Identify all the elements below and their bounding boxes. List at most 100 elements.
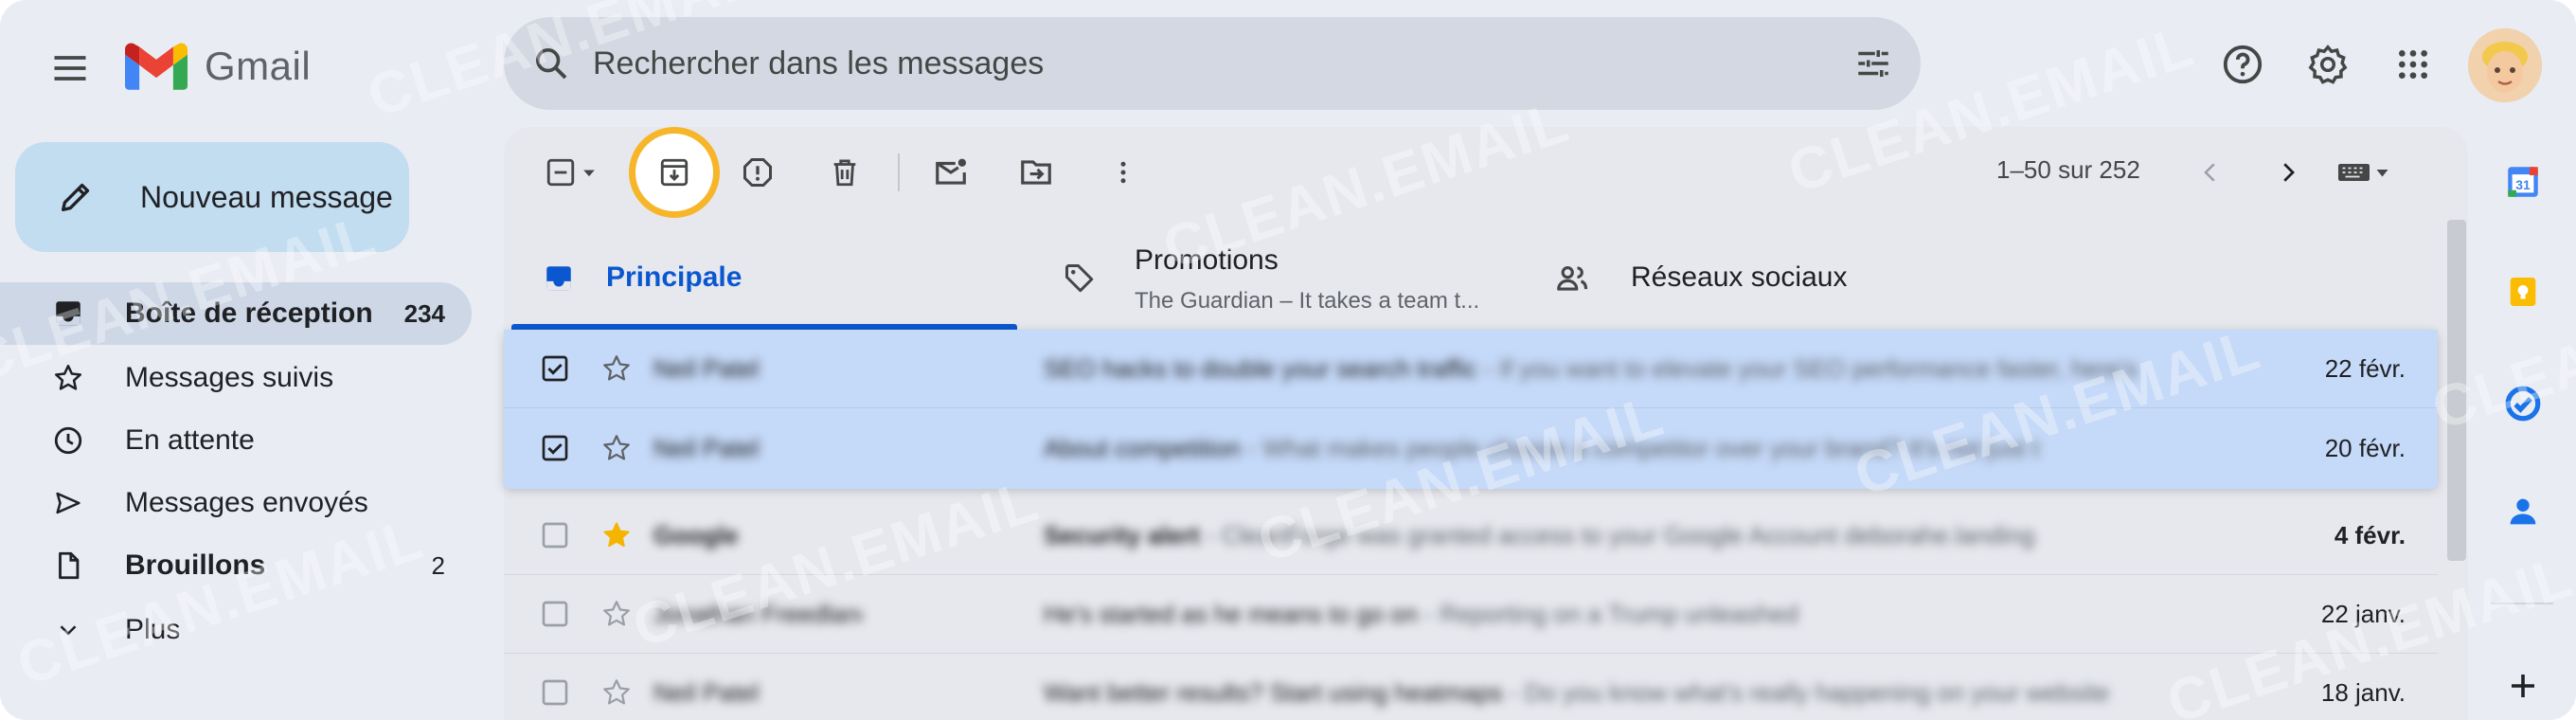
send-icon bbox=[49, 484, 87, 522]
gmail-m-icon bbox=[125, 43, 188, 90]
table-row[interactable]: Jonathan Freedland He's started as he me… bbox=[504, 575, 2438, 653]
search-bar[interactable] bbox=[504, 17, 1921, 110]
search-options-icon[interactable] bbox=[1847, 37, 1900, 90]
row-subject: About competition bbox=[1044, 433, 1242, 462]
contacts-icon[interactable] bbox=[2500, 489, 2546, 534]
tab-promotions[interactable]: Promotions The Guardian – It takes a tea… bbox=[1025, 225, 1517, 330]
add-addon-icon[interactable] bbox=[2500, 663, 2546, 709]
row-snippet: - Do you know what's really happening on… bbox=[1502, 677, 2110, 707]
select-dropdown-icon[interactable] bbox=[572, 146, 606, 199]
table-row[interactable]: Neil Patel About competition - What make… bbox=[504, 409, 2438, 487]
row-snippet: - What makes people choose a competitor … bbox=[1241, 433, 2040, 462]
more-options-icon[interactable] bbox=[1097, 146, 1150, 199]
tab-label: Promotions bbox=[1135, 244, 1279, 276]
nav-label: Messages envoyés bbox=[125, 487, 368, 518]
people-icon bbox=[1551, 258, 1593, 299]
tab-label: Principale bbox=[606, 261, 742, 293]
row-content: Security alert - CleanForge was granted … bbox=[1044, 521, 2218, 550]
gmail-window: Gmail Nouvea bbox=[0, 0, 2576, 720]
row-checkbox[interactable] bbox=[538, 675, 572, 710]
nav-label: Brouillons bbox=[125, 549, 266, 581]
table-row[interactable]: Neil Patel Want better results? Start us… bbox=[504, 654, 2438, 720]
app-name: Gmail bbox=[205, 44, 312, 88]
tag-icon bbox=[1059, 258, 1100, 299]
category-tabs: Principale Promotions The Guardian – It … bbox=[504, 225, 2468, 330]
row-checkbox-checked[interactable] bbox=[538, 431, 572, 465]
nav-label: Plus bbox=[125, 614, 181, 645]
row-sender: Neil Patel bbox=[653, 433, 760, 462]
avatar[interactable] bbox=[2468, 28, 2542, 102]
compose-button[interactable]: Nouveau message bbox=[15, 142, 409, 252]
row-subject: He's started as he means to go on bbox=[1044, 599, 1419, 628]
row-snippet: - Reporting on a Trump unleashed bbox=[1418, 599, 1798, 628]
row-subject: SEO hacks to double your search traffic bbox=[1044, 353, 1477, 383]
row-subject: Want better results? Start using heatmap… bbox=[1044, 677, 1503, 707]
nav-label: Boîte de réception bbox=[125, 297, 373, 329]
row-snippet: - If you want to elevate your SEO perfor… bbox=[1476, 353, 2138, 383]
nav-item-drafts[interactable]: Brouillons 2 bbox=[0, 534, 472, 597]
row-checkbox[interactable] bbox=[538, 597, 572, 631]
tab-principale[interactable]: Principale bbox=[504, 225, 1025, 330]
table-row[interactable]: Neil Patel SEO hacks to double your sear… bbox=[504, 330, 2438, 407]
report-spam-icon[interactable] bbox=[731, 146, 784, 199]
nav-label: Messages suivis bbox=[125, 362, 334, 393]
nav-item-starred[interactable]: Messages suivis bbox=[0, 347, 472, 409]
nav-label: En attente bbox=[125, 424, 255, 456]
older-page-icon[interactable] bbox=[2262, 146, 2315, 199]
star-icon[interactable] bbox=[597, 594, 636, 634]
nav-item-sent[interactable]: Messages envoyés bbox=[0, 472, 472, 534]
row-subject: Security alert bbox=[1044, 520, 1200, 549]
row-content: SEO hacks to double your search traffic … bbox=[1044, 354, 2218, 384]
help-icon[interactable] bbox=[2214, 36, 2271, 93]
menu-icon[interactable] bbox=[42, 40, 98, 97]
row-sender: Neil Patel bbox=[653, 677, 760, 707]
table-row[interactable]: Google Security alert - CleanForge was g… bbox=[504, 496, 2438, 574]
star-icon[interactable] bbox=[597, 349, 636, 388]
nav-item-snoozed[interactable]: En attente bbox=[0, 409, 472, 472]
calendar-icon[interactable]: 31 bbox=[2500, 159, 2546, 205]
row-date: 20 févr. bbox=[2324, 433, 2406, 462]
row-content: He's started as he means to go on - Repo… bbox=[1044, 600, 2218, 629]
tab-reseaux-sociaux[interactable]: Réseaux sociaux bbox=[1517, 225, 2010, 330]
input-tools-icon[interactable] bbox=[2326, 146, 2402, 199]
row-sender: Google bbox=[653, 520, 739, 549]
star-filled-icon[interactable] bbox=[597, 515, 636, 555]
compose-label: Nouveau message bbox=[140, 179, 393, 214]
chevron-down-icon bbox=[49, 611, 87, 649]
search-input[interactable] bbox=[591, 44, 1788, 83]
row-date: 4 févr. bbox=[2334, 520, 2406, 549]
scrollbar[interactable] bbox=[2447, 220, 2466, 561]
row-sender: Neil Patel bbox=[653, 353, 760, 383]
tab-label: Réseaux sociaux bbox=[1631, 261, 1848, 293]
row-content: Want better results? Start using heatmap… bbox=[1044, 678, 2218, 708]
move-to-icon[interactable] bbox=[1010, 146, 1063, 199]
side-panel-divider bbox=[2491, 603, 2553, 604]
nav-count: 2 bbox=[431, 550, 445, 580]
tasks-icon[interactable] bbox=[2500, 381, 2546, 426]
row-date: 22 févr. bbox=[2324, 353, 2406, 383]
tab-preview: The Guardian – It takes a team t... bbox=[1135, 288, 1480, 314]
pagination-label: 1–50 sur 252 bbox=[1996, 155, 2140, 184]
nav-item-inbox[interactable]: Boîte de réception 234 bbox=[0, 282, 472, 345]
newer-page-icon[interactable] bbox=[2184, 146, 2237, 199]
nav-count: 234 bbox=[403, 298, 445, 328]
mark-unread-icon[interactable] bbox=[924, 146, 977, 199]
inbox-tab-icon bbox=[538, 258, 580, 299]
archive-button[interactable] bbox=[629, 127, 720, 218]
inbox-icon bbox=[49, 295, 87, 333]
star-icon[interactable] bbox=[597, 428, 636, 468]
row-sender: Jonathan Freedland bbox=[653, 599, 862, 628]
keep-icon[interactable] bbox=[2500, 269, 2546, 315]
gmail-logo[interactable]: Gmail bbox=[125, 38, 311, 95]
settings-icon[interactable] bbox=[2299, 36, 2356, 93]
apps-grid-icon[interactable] bbox=[2385, 36, 2442, 93]
star-icon[interactable] bbox=[597, 673, 636, 712]
row-checkbox[interactable] bbox=[538, 518, 572, 552]
svg-text:31: 31 bbox=[2515, 177, 2531, 192]
row-checkbox-checked[interactable] bbox=[538, 351, 572, 386]
row-divider bbox=[504, 407, 2438, 408]
nav-item-more[interactable]: Plus bbox=[0, 599, 472, 661]
search-icon[interactable] bbox=[528, 41, 574, 86]
row-date: 18 janv. bbox=[2320, 677, 2406, 707]
delete-icon[interactable] bbox=[818, 146, 871, 199]
